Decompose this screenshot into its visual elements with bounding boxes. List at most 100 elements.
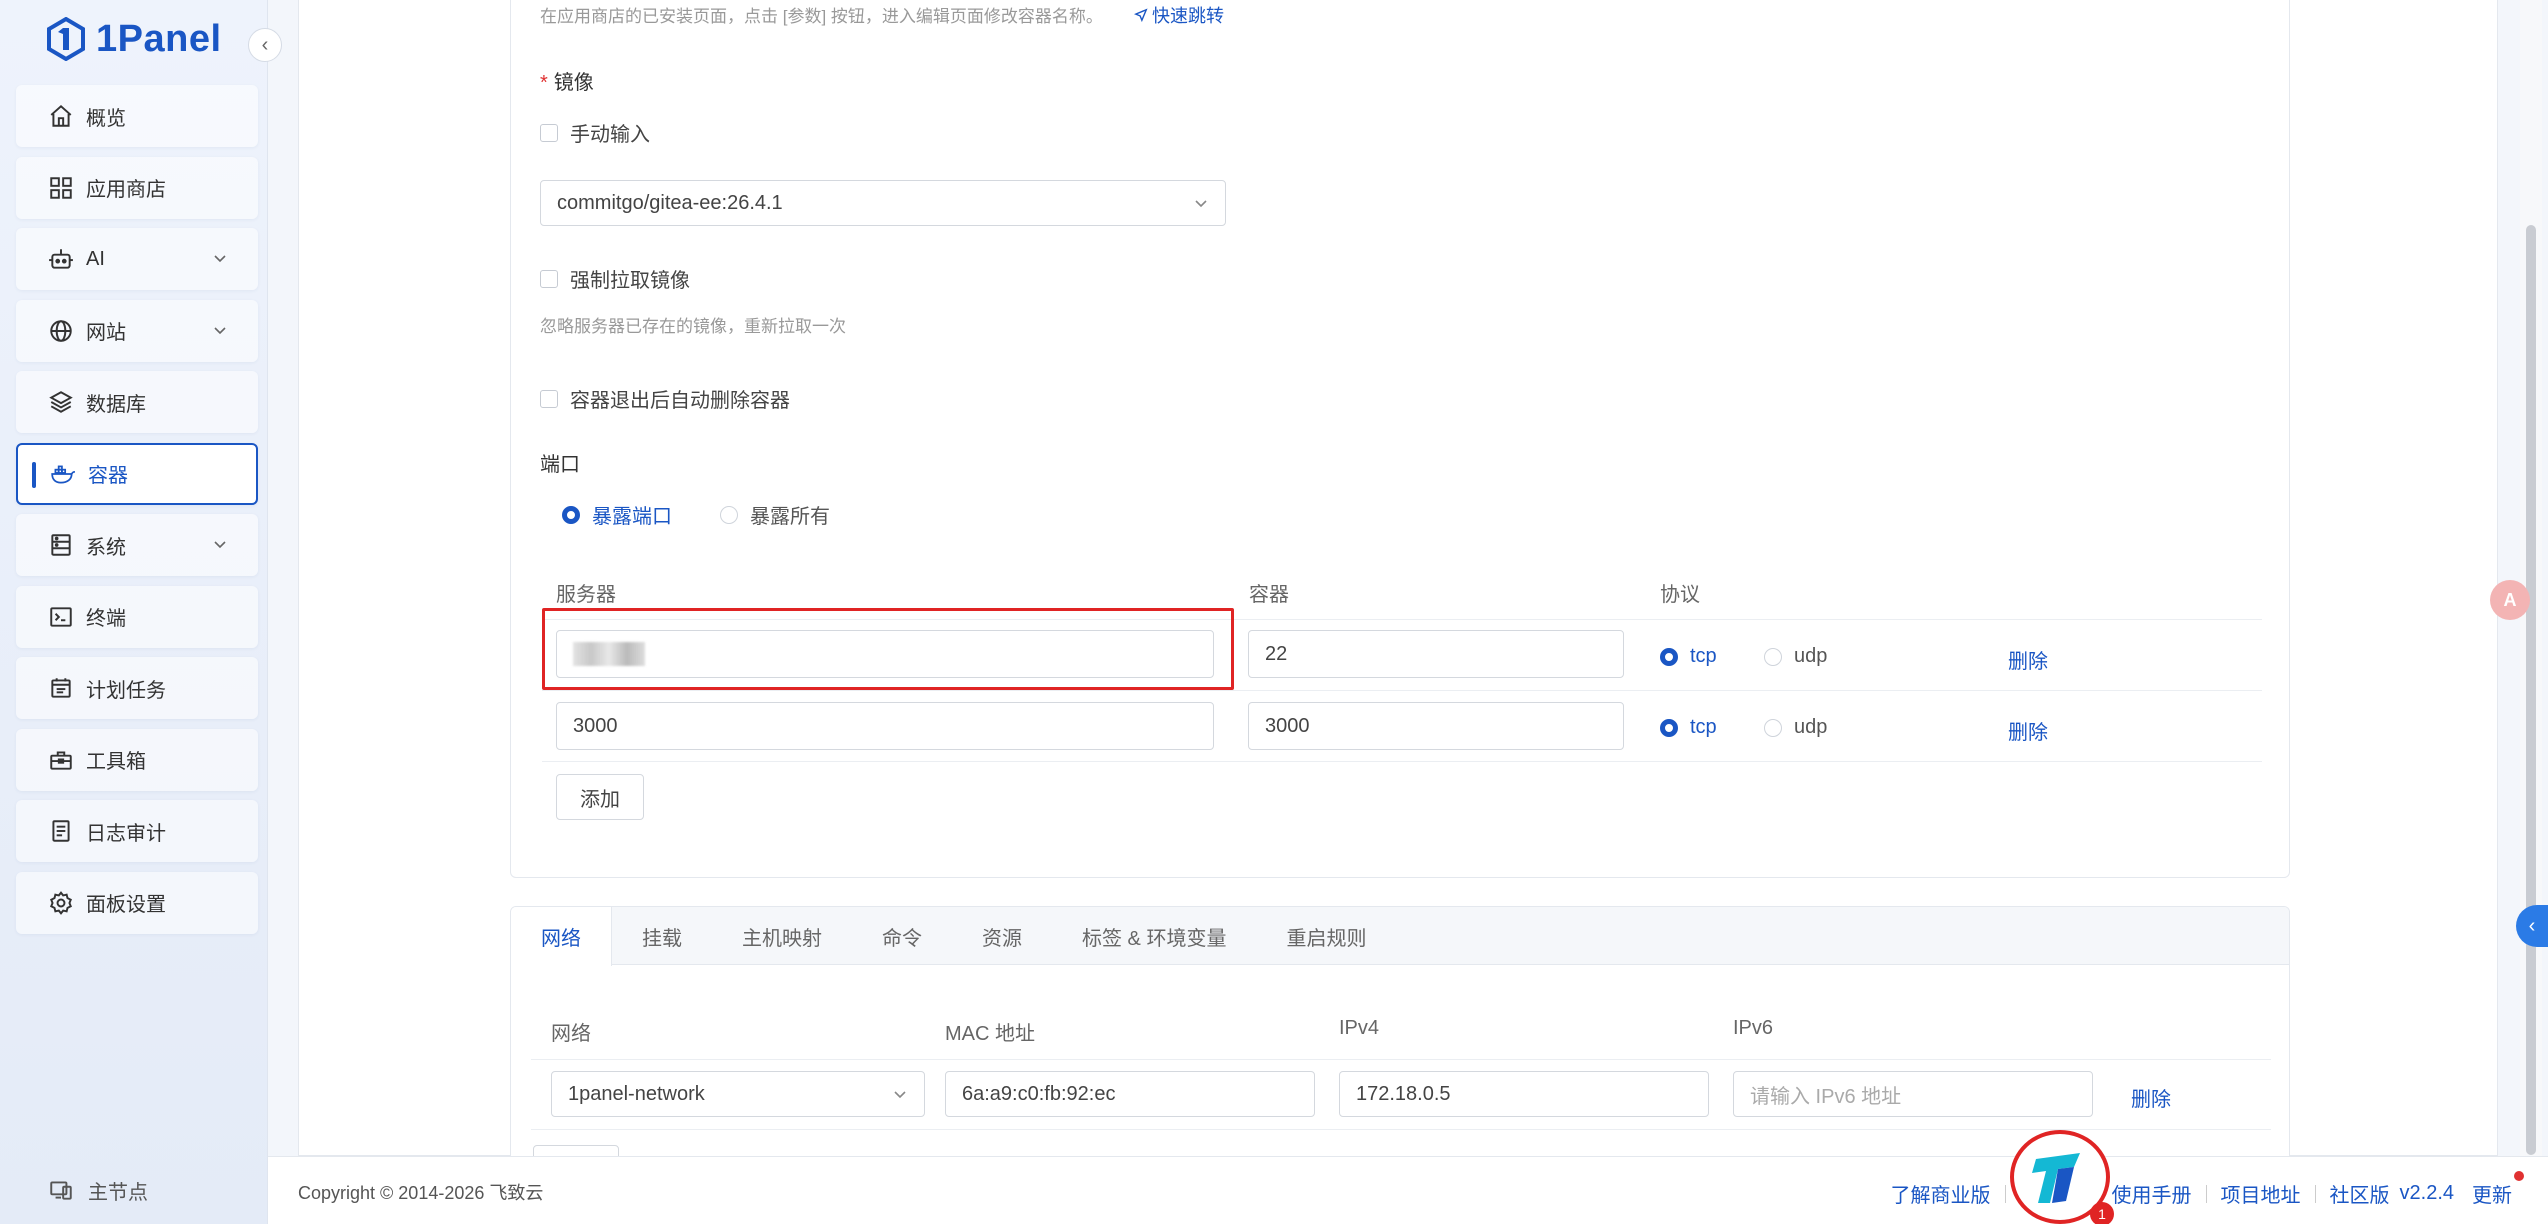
sidebar-item-database[interactable]: 数据库 — [16, 371, 258, 433]
chevron-down-icon — [1195, 200, 1207, 208]
sidebar-item-label: 网站 — [86, 322, 126, 344]
tab-command[interactable]: 命令 — [852, 907, 952, 965]
radio-unchecked[interactable] — [1764, 718, 1782, 737]
checkbox-box[interactable] — [540, 123, 558, 142]
delete-port-link[interactable]: 删除 — [2008, 716, 2048, 745]
checkbox-label: 强制拉取镜像 — [570, 270, 690, 292]
row-divider — [531, 1059, 2271, 1060]
translate-glyph: A — [2503, 589, 2517, 610]
delete-network-link[interactable]: 删除 — [2131, 1083, 2171, 1112]
radio-unchecked[interactable] — [1764, 647, 1782, 666]
chevron-down-icon — [214, 255, 226, 263]
robot-icon — [48, 246, 74, 272]
force-pull-hint: 忽略服务器已存在的镜像，重新拉取一次 — [540, 312, 846, 337]
protocol-tcp-radio[interactable]: tcp — [1660, 716, 1717, 739]
sidebar-item-container[interactable]: 容器 — [16, 442, 258, 505]
scrollbar-thumb[interactable] — [2526, 225, 2536, 1155]
node-switcher[interactable]: 主节点 — [0, 1156, 268, 1224]
manual-input-checkbox[interactable]: 手动输入 — [540, 118, 650, 147]
protocol-udp-radio[interactable]: udp — [1764, 716, 1827, 739]
image-label-text: 镜像 — [553, 72, 594, 94]
sidebar-item-cron[interactable]: 计划任务 — [16, 657, 258, 719]
network-select-value: 1panel-network — [568, 1082, 705, 1105]
footer-link-commercial[interactable]: 了解商业版 — [1891, 1179, 1991, 1208]
quick-jump-link[interactable]: 快速跳转 — [1134, 2, 1224, 28]
radio-label: 暴露端口 — [592, 506, 672, 528]
input-value: 3000 — [1265, 714, 1310, 737]
sidebar-item-log-audit[interactable]: 日志审计 — [16, 800, 258, 862]
tab-network[interactable]: 网络 — [511, 907, 612, 966]
footer-link-manual[interactable]: 使用手册 — [2112, 1179, 2192, 1208]
delete-port-link[interactable]: 删除 — [2008, 645, 2048, 674]
sidebar-item-ai[interactable]: AI — [16, 228, 258, 290]
update-link[interactable]: 更新 — [2472, 1171, 2524, 1208]
port-header-server: 服务器 — [556, 584, 616, 606]
radio-unchecked[interactable] — [720, 505, 738, 524]
sidebar-item-overview[interactable]: 概览 — [16, 85, 258, 147]
footer-link-project[interactable]: 项目地址 — [2221, 1179, 2301, 1208]
redacted-value — [573, 642, 645, 666]
protocol-udp-radio[interactable]: udp — [1764, 645, 1827, 668]
quick-jump-text: 快速跳转 — [1152, 6, 1224, 26]
radio-checked[interactable] — [1660, 647, 1678, 666]
protocol-tcp-radio[interactable]: tcp — [1660, 645, 1717, 668]
checkbox-box[interactable] — [540, 389, 558, 408]
input-placeholder: 请输入 IPv6 地址 — [1750, 1085, 1902, 1108]
port-label-text: 端口 — [540, 454, 580, 476]
sidebar-collapse-button[interactable]: ‹ — [248, 28, 282, 62]
ipv4-input[interactable]: 172.18.0.5 — [1339, 1071, 1709, 1117]
sidebar-item-website[interactable]: 网站 — [16, 299, 258, 362]
log-icon — [48, 818, 74, 844]
grid-icon — [48, 175, 74, 201]
sidebar-item-label: 终端 — [86, 608, 126, 630]
expose-all-radio[interactable]: 暴露所有 — [720, 500, 830, 529]
port-container-input[interactable]: 22 — [1248, 630, 1624, 678]
chevron-down-icon — [214, 326, 226, 334]
sidebar: 1Panel ‹ 概览 应用商店 AI 网站 数据库 容器 系统 终端 计划任务… — [0, 0, 282, 1224]
sidebar-item-label: 计划任务 — [86, 679, 166, 702]
port-container-input[interactable]: 3000 — [1248, 702, 1624, 750]
separator — [2004, 1184, 2006, 1203]
sidebar-item-system[interactable]: 系统 — [16, 514, 258, 576]
version-label[interactable]: v2.2.4 — [2400, 1182, 2454, 1205]
sidebar-item-label: 应用商店 — [86, 179, 166, 201]
sidebar-item-toolbox[interactable]: 工具箱 — [16, 728, 258, 791]
gear-icon — [48, 890, 74, 916]
input-value: 22 — [1265, 642, 1288, 665]
tab-labels-env[interactable]: 标签 & 环境变量 — [1052, 907, 1256, 965]
network-select[interactable]: 1panel-network — [551, 1071, 925, 1117]
sidebar-item-app-store[interactable]: 应用商店 — [16, 156, 258, 219]
tab-mount[interactable]: 挂载 — [612, 907, 712, 965]
sidebar-item-label: 工具箱 — [86, 751, 146, 773]
separator — [2205, 1184, 2207, 1203]
required-mark: * — [540, 72, 548, 94]
separator — [2314, 1184, 2316, 1203]
translate-icon[interactable]: A — [2490, 580, 2530, 620]
container-name-hint: 在应用商店的已安装页面，点击 [参数] 按钮，进入编辑页面修改容器名称。 — [540, 2, 1103, 27]
mac-address-input[interactable]: 6a:a9:c0:fb:92:ec — [945, 1071, 1315, 1117]
checkbox-box[interactable] — [540, 269, 558, 288]
port-server-input[interactable] — [556, 630, 1214, 678]
footer-links: 了解商业版 论 使用手册 项目地址 社区版 v2.2.4 更新 — [1891, 1171, 2524, 1208]
tab-restart-policy[interactable]: 重启规则 — [1256, 907, 1396, 965]
port-server-input[interactable]: 3000 — [556, 702, 1214, 750]
sidebar-item-settings[interactable]: 面板设置 — [16, 871, 258, 934]
tab-resource[interactable]: 资源 — [952, 907, 1052, 965]
expose-port-radio[interactable]: 暴露端口 — [562, 500, 672, 529]
footer-link-community[interactable]: 社区版 — [2330, 1179, 2390, 1208]
chevron-down-icon — [894, 1091, 906, 1099]
terminal-icon — [48, 604, 74, 630]
ipv6-input[interactable]: 请输入 IPv6 地址 — [1733, 1071, 2093, 1117]
add-port-button[interactable]: 添加 — [556, 774, 644, 820]
docker-icon — [50, 461, 76, 487]
image-select[interactable]: commitgo/gitea-ee:26.4.1 — [540, 180, 1226, 226]
sidebar-item-terminal[interactable]: 终端 — [16, 585, 258, 648]
hint-text: 忽略服务器已存在的镜像，重新拉取一次 — [540, 317, 846, 336]
app-logo[interactable]: 1Panel — [46, 14, 222, 64]
auto-remove-checkbox[interactable]: 容器退出后自动删除容器 — [540, 384, 790, 413]
radio-checked[interactable] — [562, 505, 580, 524]
toolbox-icon — [48, 747, 74, 773]
tab-host-mapping[interactable]: 主机映射 — [712, 907, 852, 965]
radio-checked[interactable] — [1660, 718, 1678, 737]
force-pull-checkbox[interactable]: 强制拉取镜像 — [540, 264, 690, 293]
